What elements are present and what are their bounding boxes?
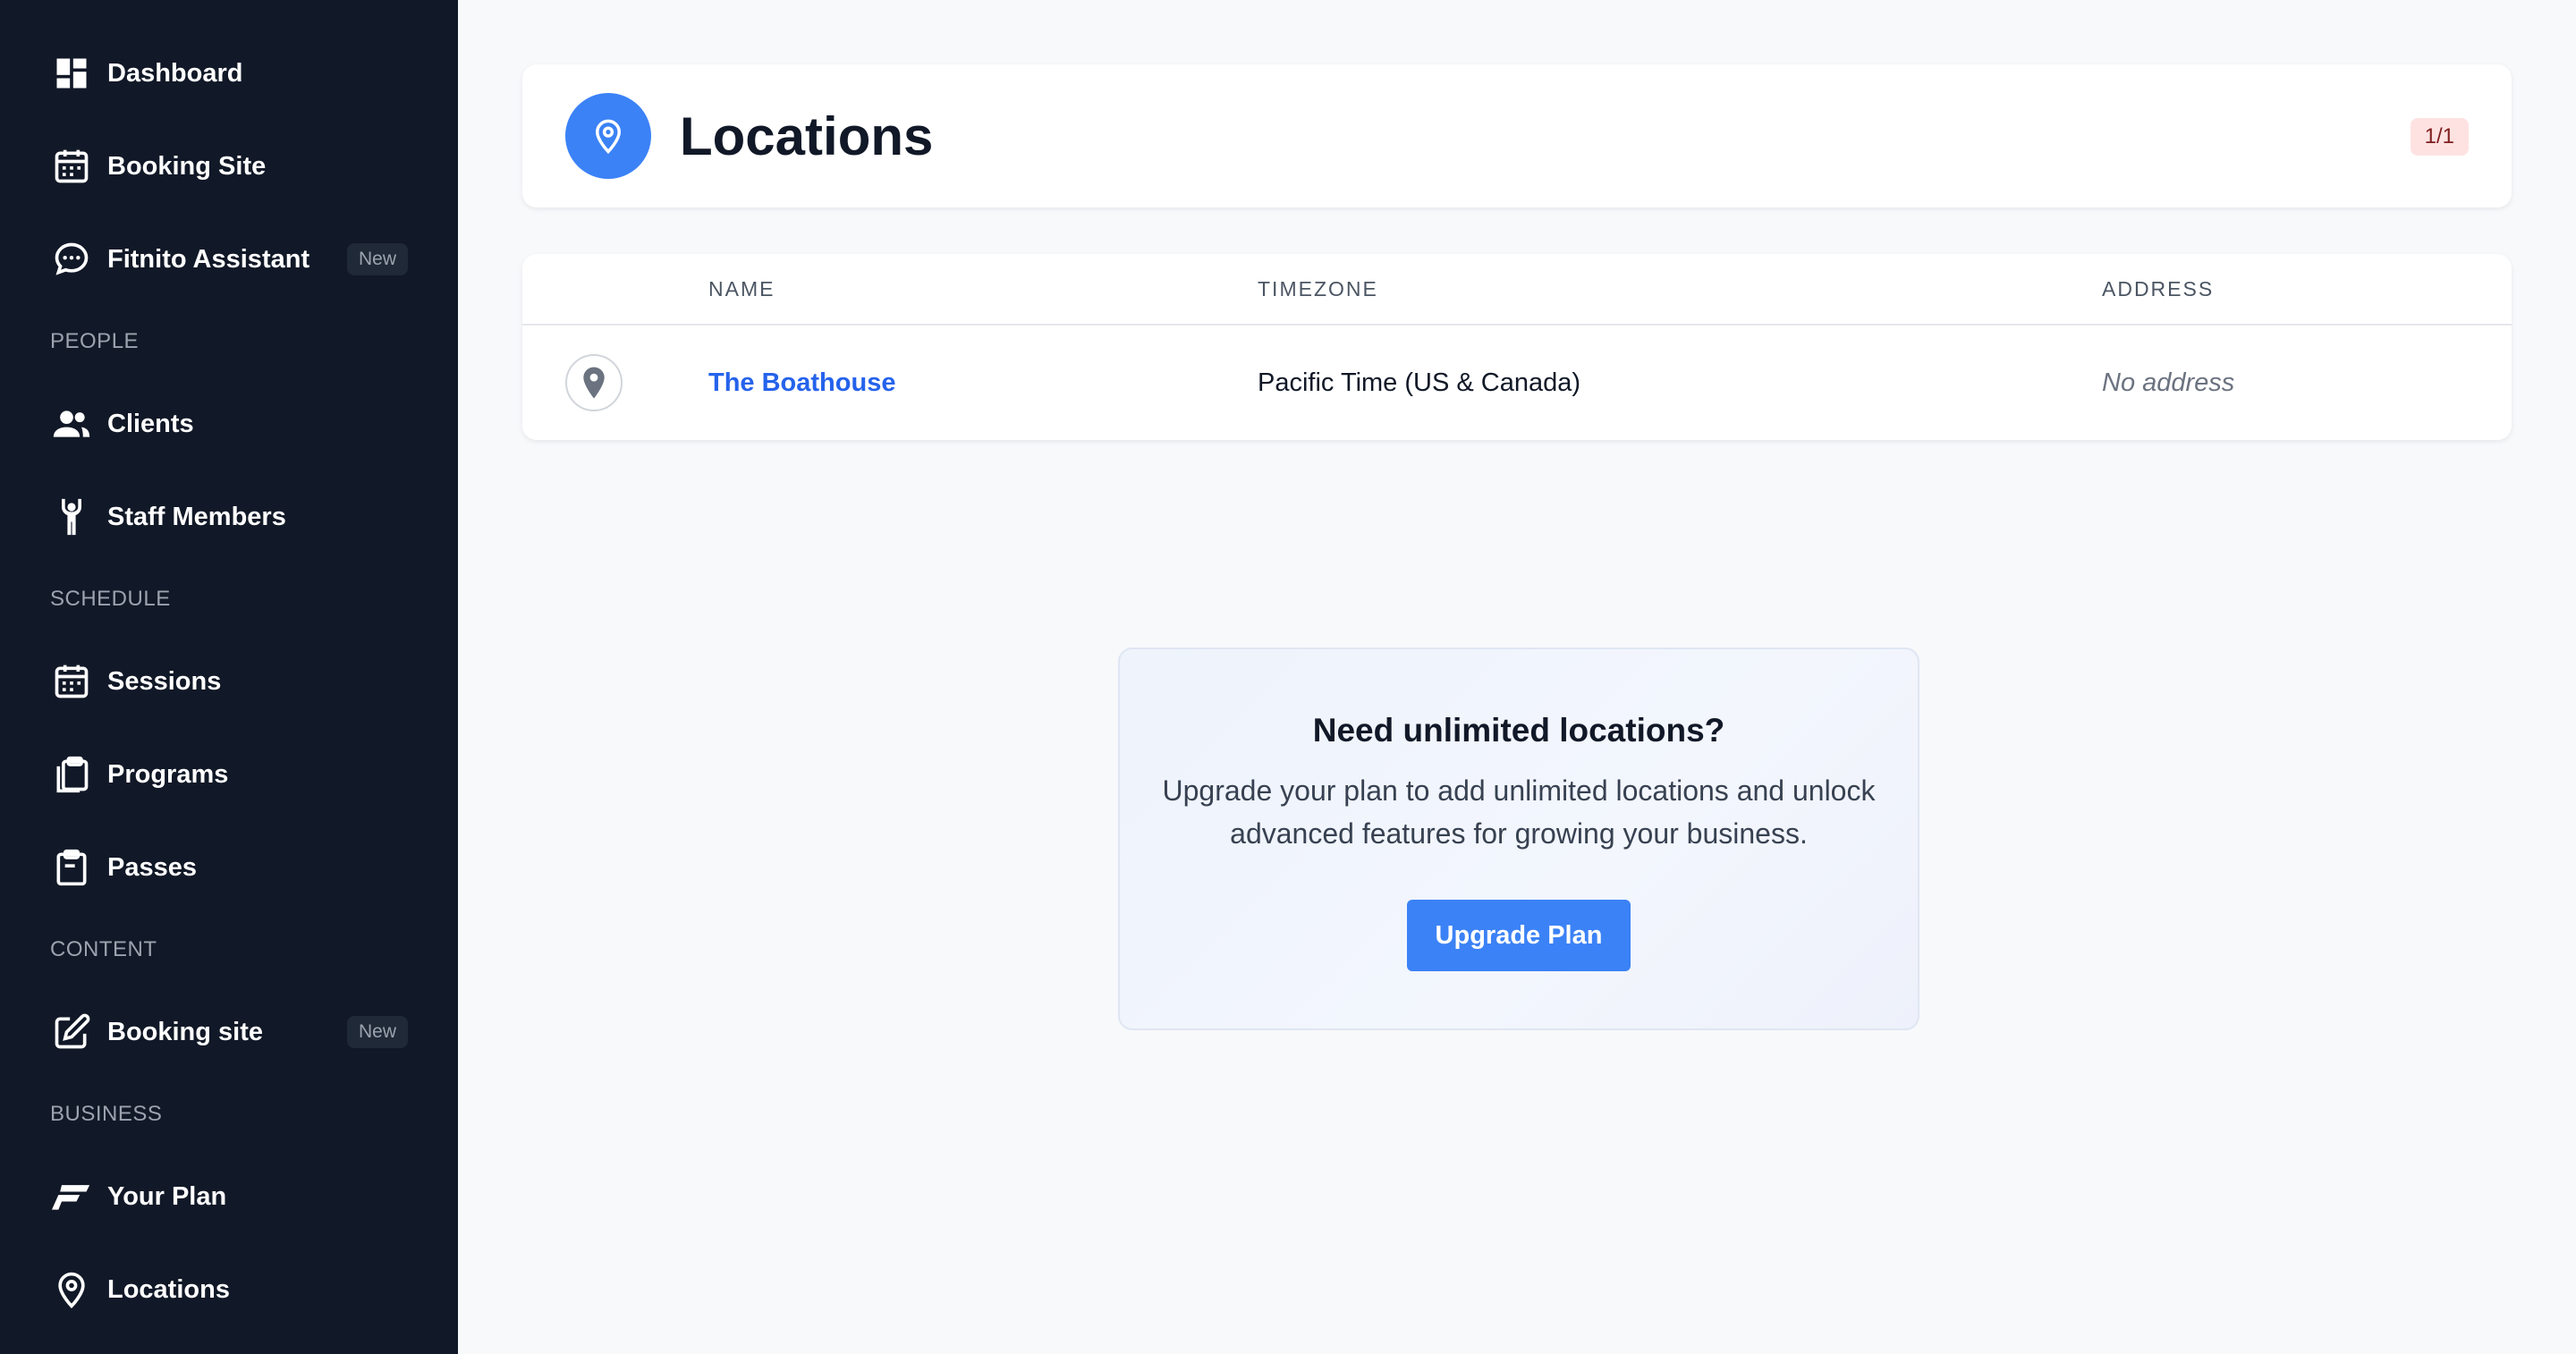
sidebar-item-label: Staff Members bbox=[107, 502, 286, 531]
column-header-name: NAME bbox=[708, 276, 775, 300]
dashboard-icon bbox=[52, 54, 91, 93]
map-pin-icon bbox=[52, 1270, 91, 1309]
sidebar-item-programs[interactable]: Programs bbox=[0, 728, 458, 821]
section-header-schedule: SCHEDULE bbox=[50, 587, 171, 611]
page-title: Locations bbox=[680, 106, 934, 166]
upgrade-description: Upgrade your plan to add unlimited locat… bbox=[1162, 774, 1876, 850]
sidebar-item-label: Sessions bbox=[107, 666, 222, 696]
sidebar-item-passes[interactable]: Passes bbox=[0, 821, 458, 914]
main-content: Locations 1/1 NAME TIMEZONE ADDRESS The … bbox=[458, 0, 2576, 1354]
sidebar-item-label: Locations bbox=[107, 1274, 230, 1304]
location-count-badge: 1/1 bbox=[2410, 118, 2469, 156]
timezone-value: Pacific Time (US & Canada) bbox=[1258, 368, 1581, 397]
map-pin-icon bbox=[565, 93, 651, 179]
sidebar-item-your-plan[interactable]: Your Plan bbox=[0, 1150, 458, 1243]
sidebar: Dashboard Booking Site Fitnito Assistant… bbox=[0, 0, 458, 1354]
person-raised-arms-icon bbox=[52, 497, 91, 537]
new-badge: New bbox=[346, 1016, 408, 1048]
sidebar-item-label: Clients bbox=[107, 409, 194, 438]
sidebar-item-label: Booking site bbox=[107, 1017, 264, 1046]
section-header-content: CONTENT bbox=[50, 937, 157, 961]
sidebar-item-label: Dashboard bbox=[107, 58, 243, 88]
sidebar-item-staff-members[interactable]: Staff Members bbox=[0, 470, 458, 563]
table-header: NAME TIMEZONE ADDRESS bbox=[522, 254, 2512, 326]
sidebar-item-label: Passes bbox=[107, 852, 197, 882]
row-icon-cell bbox=[522, 354, 708, 411]
upgrade-plan-button[interactable]: Upgrade Plan bbox=[1406, 900, 1631, 971]
page-header: Locations 1/1 bbox=[522, 64, 2512, 207]
sidebar-item-booking-site-content[interactable]: Booking site New bbox=[0, 986, 458, 1079]
column-header-timezone: TIMEZONE bbox=[1258, 276, 1378, 300]
clipboard-icon bbox=[52, 848, 91, 887]
address-value: No address bbox=[2102, 368, 2235, 397]
calendar-icon bbox=[52, 662, 91, 701]
edit-icon bbox=[52, 1012, 91, 1052]
column-header-address: ADDRESS bbox=[2102, 276, 2215, 300]
calendar-icon bbox=[52, 147, 91, 186]
app-root: Dashboard Booking Site Fitnito Assistant… bbox=[0, 0, 2576, 1354]
new-badge: New bbox=[346, 243, 408, 275]
sidebar-item-dashboard[interactable]: Dashboard bbox=[0, 27, 458, 120]
sidebar-item-label: Booking Site bbox=[107, 151, 267, 181]
sidebar-item-booking-site[interactable]: Booking Site bbox=[0, 120, 458, 213]
clipboard-stack-icon bbox=[52, 755, 91, 794]
sidebar-item-label: Fitnito Assistant bbox=[107, 244, 310, 274]
address-cell: No address bbox=[2102, 368, 2512, 398]
fitnito-logo-icon bbox=[52, 1177, 91, 1216]
upgrade-promo-card: Need unlimited locations? Upgrade your p… bbox=[1118, 647, 1919, 1030]
sidebar-item-label: Your Plan bbox=[107, 1181, 227, 1211]
location-pin-icon bbox=[565, 354, 623, 411]
location-name-link[interactable]: The Boathouse bbox=[708, 368, 895, 397]
table-row[interactable]: The Boathouse Pacific Time (US & Canada)… bbox=[522, 326, 2512, 440]
sidebar-item-locations[interactable]: Locations bbox=[0, 1243, 458, 1336]
sidebar-item-fitnito-assistant[interactable]: Fitnito Assistant New bbox=[0, 213, 458, 306]
name-cell: The Boathouse bbox=[708, 368, 1258, 398]
upgrade-title: Need unlimited locations? bbox=[1312, 712, 1725, 749]
section-header-people: PEOPLE bbox=[50, 329, 140, 353]
sidebar-item-sessions[interactable]: Sessions bbox=[0, 635, 458, 728]
sidebar-item-label: Programs bbox=[107, 759, 229, 789]
timezone-cell: Pacific Time (US & Canada) bbox=[1258, 368, 2102, 398]
locations-table: NAME TIMEZONE ADDRESS The Boathouse Paci… bbox=[522, 254, 2512, 440]
chat-bubble-icon bbox=[52, 240, 91, 279]
sidebar-item-clients[interactable]: Clients bbox=[0, 377, 458, 470]
users-icon bbox=[52, 404, 91, 444]
section-header-business: BUSINESS bbox=[50, 1102, 163, 1126]
